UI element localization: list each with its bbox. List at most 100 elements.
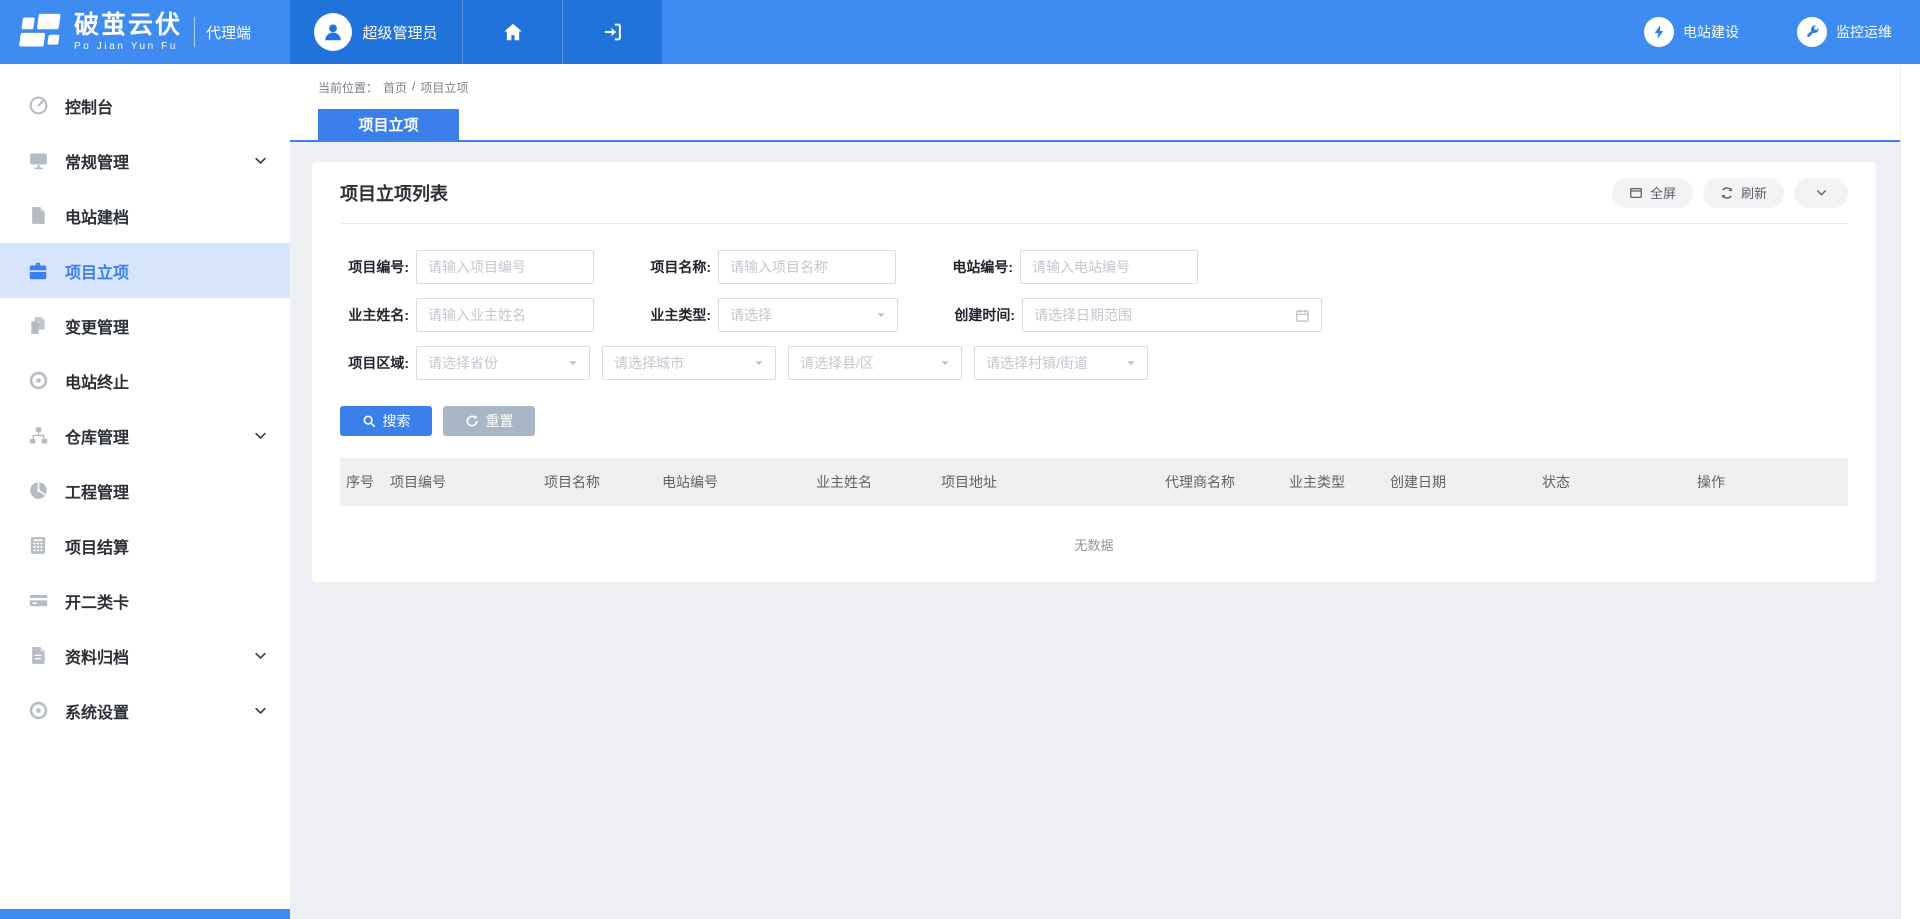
field-label: 项目编号: bbox=[340, 257, 416, 277]
sidebar-item-label: 控制台 bbox=[65, 94, 268, 118]
main-area: 当前位置： 首页 / 项目立项 项目立项 项目立项列表 全屏 bbox=[290, 64, 1920, 919]
station-build-button[interactable]: 电站建设 bbox=[1644, 17, 1739, 47]
project-no-input[interactable] bbox=[416, 250, 594, 284]
refresh-label: 刷新 bbox=[1741, 183, 1767, 202]
owner-type-select[interactable]: 请选择 bbox=[718, 298, 898, 332]
sidebar-item-label: 系统设置 bbox=[65, 699, 253, 723]
province-select[interactable]: 请选择省份 bbox=[416, 346, 590, 380]
station-no-input[interactable] bbox=[1020, 250, 1198, 284]
sidebar-item-engineering-mgmt[interactable]: 工程管理 bbox=[0, 463, 290, 518]
select-placeholder: 请选择村镇/街道 bbox=[986, 353, 1088, 373]
sidebar-item-warehouse-mgmt[interactable]: 仓库管理 bbox=[0, 408, 290, 463]
brand-name: 破茧云伏 bbox=[74, 12, 182, 38]
sidebar-item-label: 项目立项 bbox=[65, 259, 268, 283]
county-select[interactable]: 请选择县/区 bbox=[788, 346, 962, 380]
settings-icon bbox=[27, 700, 49, 722]
filter-actions: 搜索 重置 bbox=[340, 406, 1848, 436]
table-empty-state: 无数据 bbox=[340, 506, 1848, 558]
fullscreen-button[interactable]: 全屏 bbox=[1612, 178, 1693, 208]
pie-chart-icon bbox=[27, 480, 49, 502]
sidebar-item-system-settings[interactable]: 系统设置 bbox=[0, 683, 290, 738]
sidebar-footer-bar bbox=[0, 909, 290, 919]
card-icon bbox=[27, 590, 49, 612]
sidebar-item-project-settlement[interactable]: 项目结算 bbox=[0, 518, 290, 573]
col-project-no: 项目编号 bbox=[390, 472, 544, 492]
briefcase-icon bbox=[27, 260, 49, 282]
breadcrumb-home-link[interactable]: 首页 bbox=[383, 79, 407, 96]
monitor-ops-button[interactable]: 监控运维 bbox=[1797, 17, 1892, 47]
tab-bar: 项目立项 bbox=[290, 109, 1920, 142]
col-create-date: 创建日期 bbox=[1390, 472, 1542, 492]
sidebar-item-project-initiation[interactable]: 项目立项 bbox=[0, 243, 290, 298]
reset-label: 重置 bbox=[486, 411, 514, 431]
brand-text: 破茧云伏 Po Jian Yun Fu bbox=[74, 12, 182, 51]
card-header: 项目立项列表 全屏 刷新 bbox=[340, 162, 1848, 224]
tab-project-initiation[interactable]: 项目立项 bbox=[318, 109, 459, 140]
logout-button[interactable] bbox=[562, 0, 662, 64]
sidebar-item-label: 电站终止 bbox=[65, 369, 268, 393]
filter-form: 项目编号: 项目名称: 电站编号: 业主姓名: bbox=[340, 224, 1848, 436]
sidebar-item-label: 变更管理 bbox=[65, 314, 268, 338]
filter-project-name: 项目名称: bbox=[642, 250, 896, 284]
page-scrollbar[interactable] bbox=[1900, 64, 1920, 919]
sidebar-item-label: 资料归档 bbox=[65, 644, 253, 668]
home-button[interactable] bbox=[462, 0, 562, 64]
chevron-down-icon bbox=[253, 428, 268, 443]
sidebar-item-label: 电站建档 bbox=[65, 204, 268, 228]
region-selects: 请选择省份 请选择城市 bbox=[416, 346, 1148, 380]
home-icon bbox=[502, 21, 524, 43]
sidebar-item-label: 常规管理 bbox=[65, 149, 253, 173]
logout-icon bbox=[602, 21, 624, 43]
user-menu[interactable]: 超级管理员 bbox=[290, 0, 462, 64]
filter-row-1: 项目编号: 项目名称: 电站编号: bbox=[340, 250, 1848, 284]
col-status: 状态 bbox=[1542, 472, 1697, 492]
reset-button[interactable]: 重置 bbox=[443, 406, 535, 436]
caret-down-icon bbox=[754, 358, 764, 368]
select-placeholder: 请选择县/区 bbox=[800, 353, 874, 373]
sidebar-item-change-mgmt[interactable]: 变更管理 bbox=[0, 298, 290, 353]
date-range-picker[interactable]: 请选择日期范围 bbox=[1022, 298, 1322, 332]
chevron-down-icon bbox=[253, 703, 268, 718]
city-select[interactable]: 请选择城市 bbox=[602, 346, 776, 380]
sidebar-item-station-termination[interactable]: 电站终止 bbox=[0, 353, 290, 408]
sidebar-item-open-card[interactable]: 开二类卡 bbox=[0, 573, 290, 628]
portal-label: 代理端 bbox=[206, 22, 251, 43]
station-build-label: 电站建设 bbox=[1683, 22, 1739, 42]
search-label: 搜索 bbox=[383, 411, 411, 431]
breadcrumb-current: 项目立项 bbox=[420, 79, 468, 96]
col-project-address: 项目地址 bbox=[941, 472, 1165, 492]
refresh-button[interactable]: 刷新 bbox=[1703, 178, 1784, 208]
search-button[interactable]: 搜索 bbox=[340, 406, 432, 436]
content-area: 项目立项列表 全屏 刷新 bbox=[290, 142, 1920, 582]
wrench-icon bbox=[1797, 17, 1827, 47]
field-label: 项目区域: bbox=[340, 353, 416, 373]
search-icon bbox=[362, 414, 376, 428]
collapse-button[interactable] bbox=[1794, 178, 1848, 208]
brand-area[interactable]: 破茧云伏 Po Jian Yun Fu 代理端 bbox=[0, 0, 290, 64]
user-icon bbox=[322, 21, 344, 43]
project-name-input[interactable] bbox=[718, 250, 896, 284]
fullscreen-label: 全屏 bbox=[1650, 183, 1676, 202]
sidebar-item-station-archive[interactable]: 电站建档 bbox=[0, 188, 290, 243]
owner-name-input[interactable] bbox=[416, 298, 594, 332]
fullscreen-icon bbox=[1629, 186, 1643, 200]
caret-down-icon bbox=[940, 358, 950, 368]
sidebar-item-data-archive[interactable]: 资料归档 bbox=[0, 628, 290, 683]
bolt-icon bbox=[1644, 17, 1674, 47]
chevron-down-icon bbox=[253, 153, 268, 168]
breadcrumb-tab-strip: 当前位置： 首页 / 项目立项 项目立项 bbox=[290, 64, 1920, 142]
sidebar-item-console[interactable]: 控制台 bbox=[0, 78, 290, 133]
document-icon bbox=[27, 205, 49, 227]
select-placeholder: 请选择城市 bbox=[614, 353, 684, 373]
project-list-card: 项目立项列表 全屏 刷新 bbox=[312, 162, 1876, 582]
town-select[interactable]: 请选择村镇/街道 bbox=[974, 346, 1148, 380]
caret-down-icon bbox=[876, 310, 886, 320]
top-header: 破茧云伏 Po Jian Yun Fu 代理端 超级管理员 bbox=[0, 0, 1920, 64]
sidebar-item-general-mgmt[interactable]: 常规管理 bbox=[0, 133, 290, 188]
reset-icon bbox=[465, 414, 479, 428]
calculator-icon bbox=[27, 535, 49, 557]
sidebar: 控制台 常规管理 电站建档 项目立项 bbox=[0, 64, 290, 919]
col-agent-name: 代理商名称 bbox=[1165, 472, 1289, 492]
filter-project-region: 项目区域: 请选择省份 请选择城市 bbox=[340, 346, 1148, 380]
field-label: 创建时间: bbox=[946, 305, 1022, 325]
